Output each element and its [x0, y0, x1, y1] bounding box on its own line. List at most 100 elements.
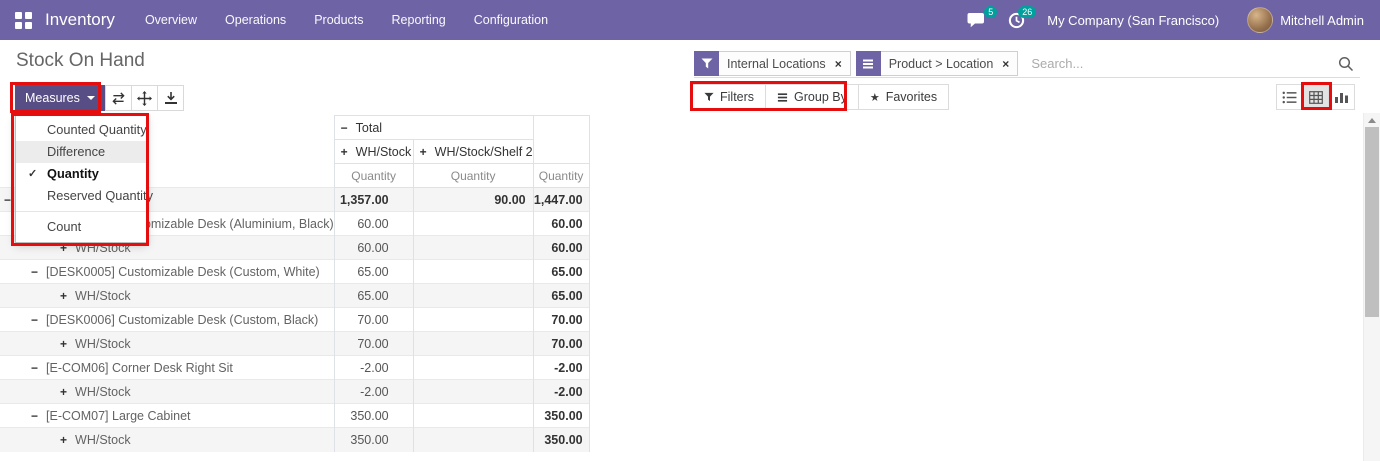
company-switcher[interactable]: My Company (San Francisco) [1047, 13, 1219, 28]
row-label: WH/Stock [75, 385, 131, 399]
page-title: Stock On Hand [16, 50, 145, 72]
expand-all-button[interactable] [131, 85, 158, 111]
measure-header[interactable]: Quantity [533, 164, 589, 188]
menu-operations[interactable]: Operations [211, 0, 300, 40]
expand-arrows-icon [137, 91, 152, 106]
facet-body: Internal Locations × [719, 51, 851, 76]
avatar[interactable] [1247, 7, 1273, 33]
pivot-cell: -2.00 [334, 356, 413, 380]
facet-label: Product > Location [889, 57, 994, 71]
user-menu[interactable]: Mitchell Admin [1280, 13, 1364, 28]
row-label: [E-COM07] Large Cabinet [46, 409, 191, 423]
measure-option-counted-quantity[interactable]: Counted Quantity [16, 119, 146, 141]
dropdown-divider [16, 211, 146, 212]
pivot-cell: 60.00 [334, 236, 413, 260]
scrollbar-thumb[interactable] [1365, 127, 1379, 317]
collapse-icon[interactable]: − [341, 121, 348, 135]
measure-option-quantity[interactable]: ✓ Quantity [16, 163, 146, 185]
row-label: WH/Stock [75, 289, 131, 303]
measure-option-reserved-quantity[interactable]: Reserved Quantity [16, 185, 146, 207]
pivot-cell: 60.00 [533, 236, 589, 260]
list-view-button[interactable] [1276, 84, 1303, 110]
measure-header[interactable]: Quantity [413, 164, 533, 188]
group-by-button[interactable]: Group By [765, 84, 859, 110]
check-icon: ✓ [28, 163, 37, 185]
pivot-cell [413, 212, 533, 236]
scroll-up-arrow-icon[interactable] [1368, 118, 1376, 123]
expand-icon[interactable]: + [60, 337, 67, 351]
measure-option-difference[interactable]: Difference [16, 141, 146, 163]
table-row: −[E-COM07] Large Cabinet 350.00 350.00 [0, 404, 589, 428]
pivot-cell: 1,357.00 [334, 188, 413, 212]
graph-view-button[interactable] [1328, 84, 1355, 110]
menu-products[interactable]: Products [300, 0, 377, 40]
app-name[interactable]: Inventory [45, 10, 115, 30]
pivot-header-spacer [533, 116, 589, 164]
search-input[interactable] [1031, 56, 1338, 71]
remove-facet-icon[interactable]: × [835, 57, 842, 71]
menu-reporting[interactable]: Reporting [378, 0, 460, 40]
pivot-cell: -2.00 [533, 380, 589, 404]
expand-icon[interactable]: + [60, 433, 67, 447]
pivot-cell [413, 332, 533, 356]
row-header-product[interactable]: −[DESK0006] Customizable Desk (Custom, B… [0, 308, 334, 332]
col-header-wh-stock[interactable]: + WH/Stock [334, 140, 413, 164]
collapse-icon[interactable]: − [31, 313, 38, 327]
expand-icon[interactable]: + [60, 289, 67, 303]
main-menu: Overview Operations Products Reporting C… [131, 0, 562, 40]
expand-icon[interactable]: + [60, 385, 67, 399]
search-facet-product-location: Product > Location × [856, 51, 1019, 76]
collapse-icon[interactable]: − [31, 409, 38, 423]
row-header-product[interactable]: −[E-COM06] Corner Desk Right Sit [0, 356, 334, 380]
pivot-cell: 70.00 [533, 308, 589, 332]
pivot-cell: 70.00 [334, 308, 413, 332]
row-header-product[interactable]: −[DESK0005] Customizable Desk (Custom, W… [0, 260, 334, 284]
expand-icon[interactable]: + [341, 145, 348, 159]
vertical-scrollbar[interactable] [1363, 113, 1380, 461]
pivot-cell [413, 380, 533, 404]
flip-axis-button[interactable] [105, 85, 132, 111]
row-header-location[interactable]: +WH/Stock [0, 428, 334, 452]
bar-chart-icon [1334, 91, 1349, 104]
measure-option-label: Quantity [47, 166, 99, 181]
expand-icon[interactable]: + [420, 145, 427, 159]
menu-configuration[interactable]: Configuration [460, 0, 562, 40]
col-header-wh-stock-shelf2[interactable]: +WH/Stock/Shelf 2 [413, 140, 533, 164]
row-header-product[interactable]: −[E-COM07] Large Cabinet [0, 404, 334, 428]
col-header-label: WH/Stock [356, 145, 412, 159]
messages-button[interactable]: 5 [967, 12, 986, 29]
pivot-cell: 60.00 [533, 212, 589, 236]
measures-button[interactable]: Measures [15, 85, 105, 111]
pivot-cell: 350.00 [334, 428, 413, 452]
pivot-view-button[interactable] [1302, 84, 1329, 110]
menu-overview[interactable]: Overview [131, 0, 211, 40]
pivot-cell [413, 308, 533, 332]
apps-grid-icon[interactable] [15, 12, 32, 29]
row-header-location[interactable]: +WH/Stock [0, 332, 334, 356]
row-header-location[interactable]: + WH/Stock [0, 380, 334, 404]
filter-icon [704, 92, 714, 102]
activities-button[interactable]: 26 [1008, 12, 1025, 29]
table-row: −[DESK0005] Customizable Desk (Custom, W… [0, 260, 589, 284]
measure-option-count[interactable]: Count [16, 216, 146, 238]
table-row: −[DESK0006] Customizable Desk (Custom, B… [0, 308, 589, 332]
download-xlsx-button[interactable] [157, 85, 184, 111]
pivot-cell [413, 356, 533, 380]
table-row: +WH/Stock 70.00 70.00 [0, 332, 589, 356]
measure-header[interactable]: Quantity [334, 164, 413, 188]
remove-facet-icon[interactable]: × [1002, 57, 1009, 71]
pivot-cell: 60.00 [334, 212, 413, 236]
collapse-icon[interactable]: − [31, 265, 38, 279]
activities-badge: 26 [1018, 6, 1036, 18]
filters-button[interactable]: Filters [692, 84, 766, 110]
pivot-cell: 65.00 [533, 284, 589, 308]
row-header-location[interactable]: + WH/Stock [0, 284, 334, 308]
pivot-cell [413, 284, 533, 308]
search-icon[interactable] [1338, 56, 1354, 72]
pivot-cell: -2.00 [334, 380, 413, 404]
collapse-icon[interactable]: − [31, 361, 38, 375]
collapse-icon[interactable]: − [4, 193, 11, 207]
col-header-total[interactable]: −Total [334, 116, 533, 140]
pivot-cell: 350.00 [533, 404, 589, 428]
favorites-button[interactable]: ★ Favorites [858, 84, 949, 110]
